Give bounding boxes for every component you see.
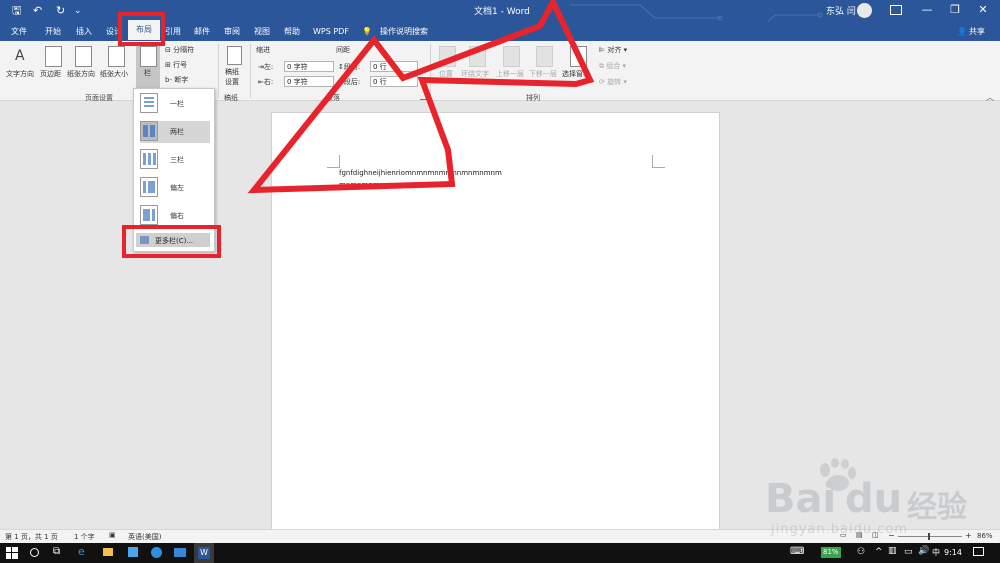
annotation-arrow <box>247 0 595 194</box>
